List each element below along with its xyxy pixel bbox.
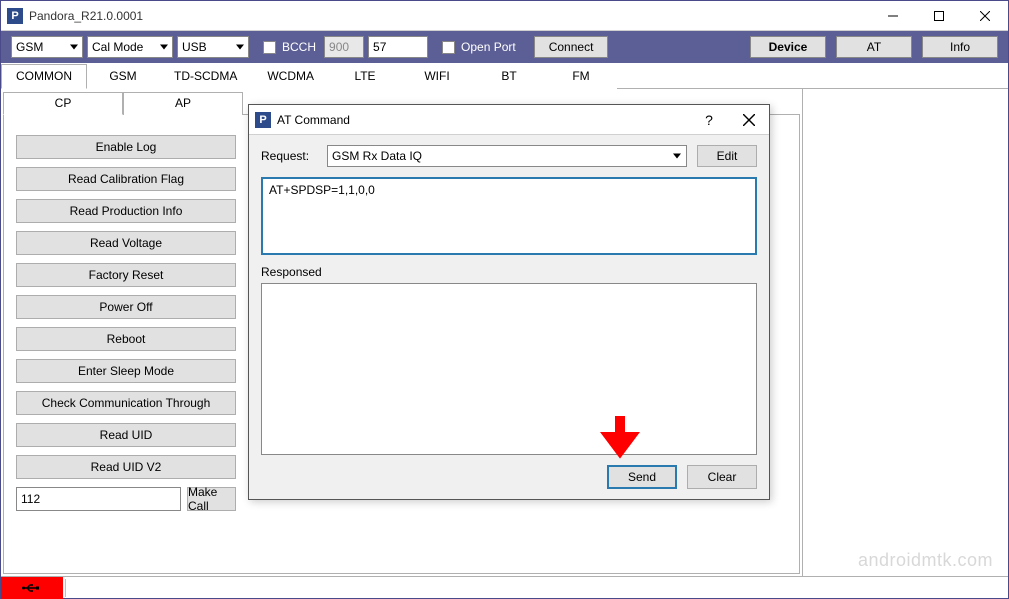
titlebar: P Pandora_R21.0.0001	[1, 1, 1008, 31]
app-icon: P	[7, 8, 23, 24]
tab-fm[interactable]: FM	[545, 64, 617, 89]
enable-log-button[interactable]: Enable Log	[16, 135, 236, 159]
status-sep	[65, 579, 66, 597]
dialog-titlebar: P AT Command ?	[249, 105, 769, 135]
tab-tdscdma[interactable]: TD-SCDMA	[159, 64, 252, 89]
mode2-dropdown[interactable]: Cal Mode	[87, 36, 173, 58]
dialog-title: AT Command	[277, 113, 689, 127]
connect-button[interactable]: Connect	[534, 36, 609, 58]
subtab-cp[interactable]: CP	[3, 92, 123, 115]
request-dropdown[interactable]: GSM Rx Data IQ	[327, 145, 687, 167]
response-textarea[interactable]	[261, 283, 757, 455]
request-label: Request:	[261, 149, 317, 163]
factory-reset-button[interactable]: Factory Reset	[16, 263, 236, 287]
usb-status-icon	[1, 577, 63, 599]
bcch-value[interactable]: 900	[324, 36, 364, 58]
edit-button[interactable]: Edit	[697, 145, 757, 167]
right-pane	[803, 89, 1008, 576]
response-label: Responsed	[261, 265, 757, 279]
tab-common[interactable]: COMMON	[1, 64, 87, 89]
window-title: Pandora_R21.0.0001	[29, 9, 870, 23]
info-button[interactable]: Info	[922, 36, 998, 58]
statusbar	[1, 576, 1008, 598]
mode1-dropdown[interactable]: GSM	[11, 36, 83, 58]
reboot-button[interactable]: Reboot	[16, 327, 236, 351]
bcch-checkbox[interactable]	[263, 41, 276, 54]
power-off-button[interactable]: Power Off	[16, 295, 236, 319]
dialog-body: Request: GSM Rx Data IQ Edit AT+SPDSP=1,…	[249, 135, 769, 499]
openport-label: Open Port	[461, 40, 516, 54]
tab-wcdma[interactable]: WCDMA	[252, 64, 329, 89]
check-comm-button[interactable]: Check Communication Through	[16, 391, 236, 415]
device-button[interactable]: Device	[750, 36, 826, 58]
call-number-input[interactable]	[16, 487, 181, 511]
conn-dropdown[interactable]: USB	[177, 36, 249, 58]
read-volt-button[interactable]: Read Voltage	[16, 231, 236, 255]
dialog-help-button[interactable]: ?	[689, 105, 729, 135]
tab-wifi[interactable]: WIFI	[401, 64, 473, 89]
tab-gsm[interactable]: GSM	[87, 64, 159, 89]
at-button[interactable]: AT	[836, 36, 912, 58]
send-button[interactable]: Send	[607, 465, 677, 489]
command-textarea[interactable]: AT+SPDSP=1,1,0,0	[261, 177, 757, 255]
read-uid-button[interactable]: Read UID	[16, 423, 236, 447]
toolbar: GSM Cal Mode USB BCCH 900 57 Open Port C…	[1, 31, 1008, 63]
clear-button[interactable]: Clear	[687, 465, 757, 489]
close-button[interactable]	[962, 1, 1008, 31]
tab-bt[interactable]: BT	[473, 64, 545, 89]
openport-checkbox[interactable]	[442, 41, 455, 54]
main-tabs: COMMON GSM TD-SCDMA WCDMA LTE WIFI BT FM	[1, 63, 1008, 89]
maximize-button[interactable]	[916, 1, 962, 31]
tab-lte[interactable]: LTE	[329, 64, 401, 89]
bcch-label: BCCH	[282, 40, 316, 54]
read-cal-button[interactable]: Read Calibration Flag	[16, 167, 236, 191]
dialog-close-button[interactable]	[729, 105, 769, 135]
enter-sleep-button[interactable]: Enter Sleep Mode	[16, 359, 236, 383]
read-uid-v2-button[interactable]: Read UID V2	[16, 455, 236, 479]
make-call-button[interactable]: Make Call	[187, 487, 236, 511]
read-prod-button[interactable]: Read Production Info	[16, 199, 236, 223]
at-command-dialog: P AT Command ? Request: GSM Rx Data IQ E…	[248, 104, 770, 500]
channel-input[interactable]: 57	[368, 36, 428, 58]
subtab-ap[interactable]: AP	[123, 92, 243, 115]
dialog-app-icon: P	[255, 112, 271, 128]
minimize-button[interactable]	[870, 1, 916, 31]
